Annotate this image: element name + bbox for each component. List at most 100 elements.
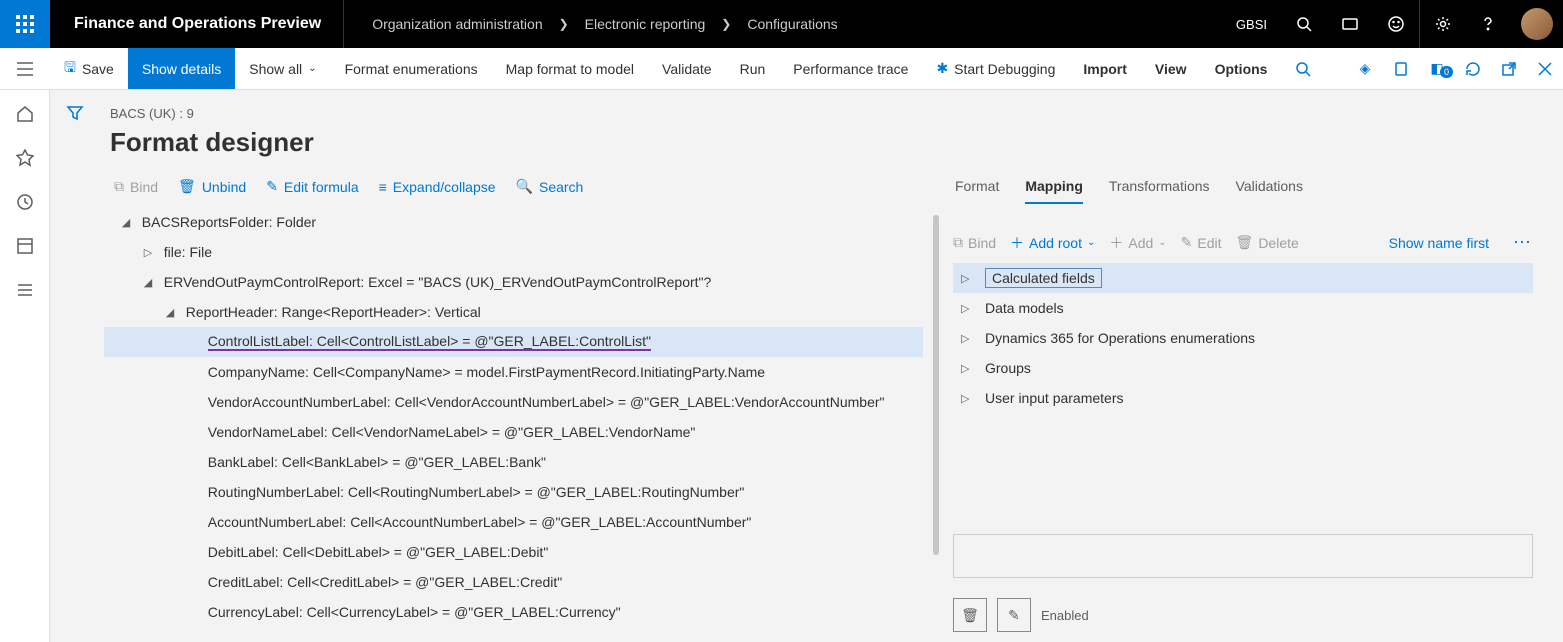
search-icon[interactable] [1281,0,1327,48]
tree-row[interactable]: CurrencyLabel: Cell<CurrencyLabel> = @"G… [104,597,923,627]
trash-icon: 🗑 [1236,234,1254,251]
plus-icon: ＋ [1109,233,1123,253]
view-button[interactable]: View [1141,48,1201,89]
caret-down-icon[interactable]: ◢ [118,216,134,229]
tree-row[interactable]: CompanyName: Cell<CompanyName> = model.F… [104,357,923,387]
filter-icon[interactable] [66,104,84,642]
map-format-button[interactable]: Map format to model [492,48,648,89]
tree-label: ERVendOutPaymControlReport: Excel = "BAC… [164,274,712,290]
format-tree[interactable]: ◢ BACSReportsFolder: Folder▷ file: File◢… [104,207,943,627]
tree-row[interactable]: VendorNameLabel: Cell<VendorNameLabel> =… [104,417,923,447]
format-enumerations-button[interactable]: Format enumerations [331,48,492,89]
chevron-right-icon: ❯ [711,17,741,31]
datasource-row[interactable]: ▷Data models [953,293,1533,323]
datasource-row[interactable]: ▷ Groups [953,353,1533,383]
breadcrumb-item[interactable]: Organization administration [372,16,542,32]
tree-label: BACSReportsFolder: Folder [142,214,316,230]
bind-button[interactable]: ⧉Bind [114,178,158,195]
trash-icon: 🗑 [961,607,979,624]
tree-row[interactable]: ◢ ERVendOutPaymControlReport: Excel = "B… [104,267,923,297]
datasource-row[interactable]: ▷Calculated fields [953,263,1533,293]
popout-icon[interactable] [1491,61,1527,77]
filter-column [50,90,100,642]
cmdbar-search[interactable] [1281,48,1325,89]
home-icon[interactable] [15,104,35,124]
modules-icon[interactable] [15,280,35,300]
help-icon[interactable] [1465,0,1511,48]
chevron-down-icon: ⌄ [308,63,316,74]
more-icon[interactable]: ⋯ [1503,232,1533,253]
scrollbar-thumb[interactable] [933,215,939,555]
tree-label: CurrencyLabel: Cell<CurrencyLabel> = @"G… [208,604,621,620]
breadcrumb-item[interactable]: Configurations [747,16,837,32]
tab-format[interactable]: Format [955,178,999,204]
edit-item-button[interactable]: ✎ [997,598,1031,632]
save-icon: 🖫 [64,57,76,81]
tree-row[interactable]: VendorAccountNumberLabel: Cell<VendorAcc… [104,387,923,417]
pencil-icon: ✎ [1008,607,1020,624]
save-button[interactable]: 🖫Save [50,48,128,89]
datasource-row[interactable]: ▷Dynamics 365 for Operations enumeration… [953,323,1533,353]
nav-toggle[interactable] [0,48,50,89]
tree-label: CreditLabel: Cell<CreditLabel> = @"GER_L… [208,574,563,590]
tree-row[interactable]: RoutingNumberLabel: Cell<RoutingNumberLa… [104,477,923,507]
tree-label: BankLabel: Cell<BankLabel> = @"GER_LABEL… [208,454,546,470]
datasource-row[interactable]: ▷User input parameters [953,383,1533,413]
show-all-button[interactable]: Show all⌄ [235,48,330,89]
refresh-icon[interactable] [1455,61,1491,77]
app-launcher[interactable] [0,0,50,48]
add-root-button[interactable]: ＋Add root⌄ [1010,233,1095,253]
avatar[interactable] [1521,8,1553,40]
link-icon: ⧉ [114,178,124,195]
options-button[interactable]: Options [1201,48,1282,89]
chat-icon[interactable] [1327,0,1373,48]
caret-down-icon[interactable]: ◢ [140,276,156,289]
tree-row[interactable]: AccountNumberLabel: Cell<AccountNumberLa… [104,507,923,537]
workspace-icon[interactable] [15,236,35,256]
tree-row[interactable]: CreditLabel: Cell<CreditLabel> = @"GER_L… [104,567,923,597]
global-header: Finance and Operations Preview Organizat… [0,0,1563,48]
validate-button[interactable]: Validate [648,48,726,89]
start-debugging-button[interactable]: ✱Start Debugging [922,48,1069,89]
recent-icon[interactable] [15,192,35,212]
delete-item-button[interactable]: 🗑 [953,598,987,632]
caret-right-icon: ▷ [961,362,973,375]
details-area [953,534,1533,578]
edit-ds-button[interactable]: ✎Edit [1181,234,1222,251]
performance-trace-button[interactable]: Performance trace [779,48,922,89]
star-icon[interactable] [15,148,35,168]
plus-icon: ＋ [1010,233,1024,253]
show-name-first-link[interactable]: Show name first [1389,235,1489,251]
run-button[interactable]: Run [726,48,780,89]
edit-formula-button[interactable]: ✎Edit formula [266,178,358,195]
datasource-label: Groups [985,360,1031,376]
notifications-icon[interactable]: ◧0 [1419,60,1455,77]
import-button[interactable]: Import [1069,48,1141,89]
caret-right-icon[interactable]: ▷ [140,246,156,259]
smiley-icon[interactable] [1373,0,1419,48]
connector-icon[interactable]: ◈ [1347,60,1383,77]
tree-row[interactable]: DebitLabel: Cell<DebitLabel> = @"GER_LAB… [104,537,923,567]
expand-collapse-button[interactable]: ≡Expand/collapse [379,179,496,195]
unbind-button[interactable]: 🗑Unbind [178,178,246,195]
tree-row[interactable]: ◢ ReportHeader: Range<ReportHeader>: Ver… [104,297,923,327]
search-button[interactable]: 🔍Search [516,178,584,195]
gear-icon[interactable] [1419,0,1465,48]
close-icon[interactable] [1527,62,1563,76]
breadcrumb-item[interactable]: Electronic reporting [585,16,706,32]
tree-row[interactable]: ▷ file: File [104,237,923,267]
attachment-icon[interactable] [1383,61,1419,77]
add-ds-button[interactable]: ＋Add⌄ [1109,233,1166,253]
tree-row[interactable]: BankLabel: Cell<BankLabel> = @"GER_LABEL… [104,447,923,477]
tab-transformations[interactable]: Transformations [1109,178,1210,204]
delete-ds-button[interactable]: 🗑Delete [1236,234,1299,251]
caret-down-icon[interactable]: ◢ [162,306,178,319]
bind-ds-button[interactable]: ⧉Bind [953,234,996,251]
tree-row[interactable]: ◢ BACSReportsFolder: Folder [104,207,923,237]
tree-row[interactable]: ControlListLabel: Cell<ControlListLabel>… [104,327,923,357]
tab-validations[interactable]: Validations [1236,178,1303,204]
tab-mapping[interactable]: Mapping [1025,178,1083,204]
company-code[interactable]: GBSI [1222,17,1281,32]
caret-right-icon: ▷ [961,272,973,285]
show-details-button[interactable]: Show details [128,48,235,89]
